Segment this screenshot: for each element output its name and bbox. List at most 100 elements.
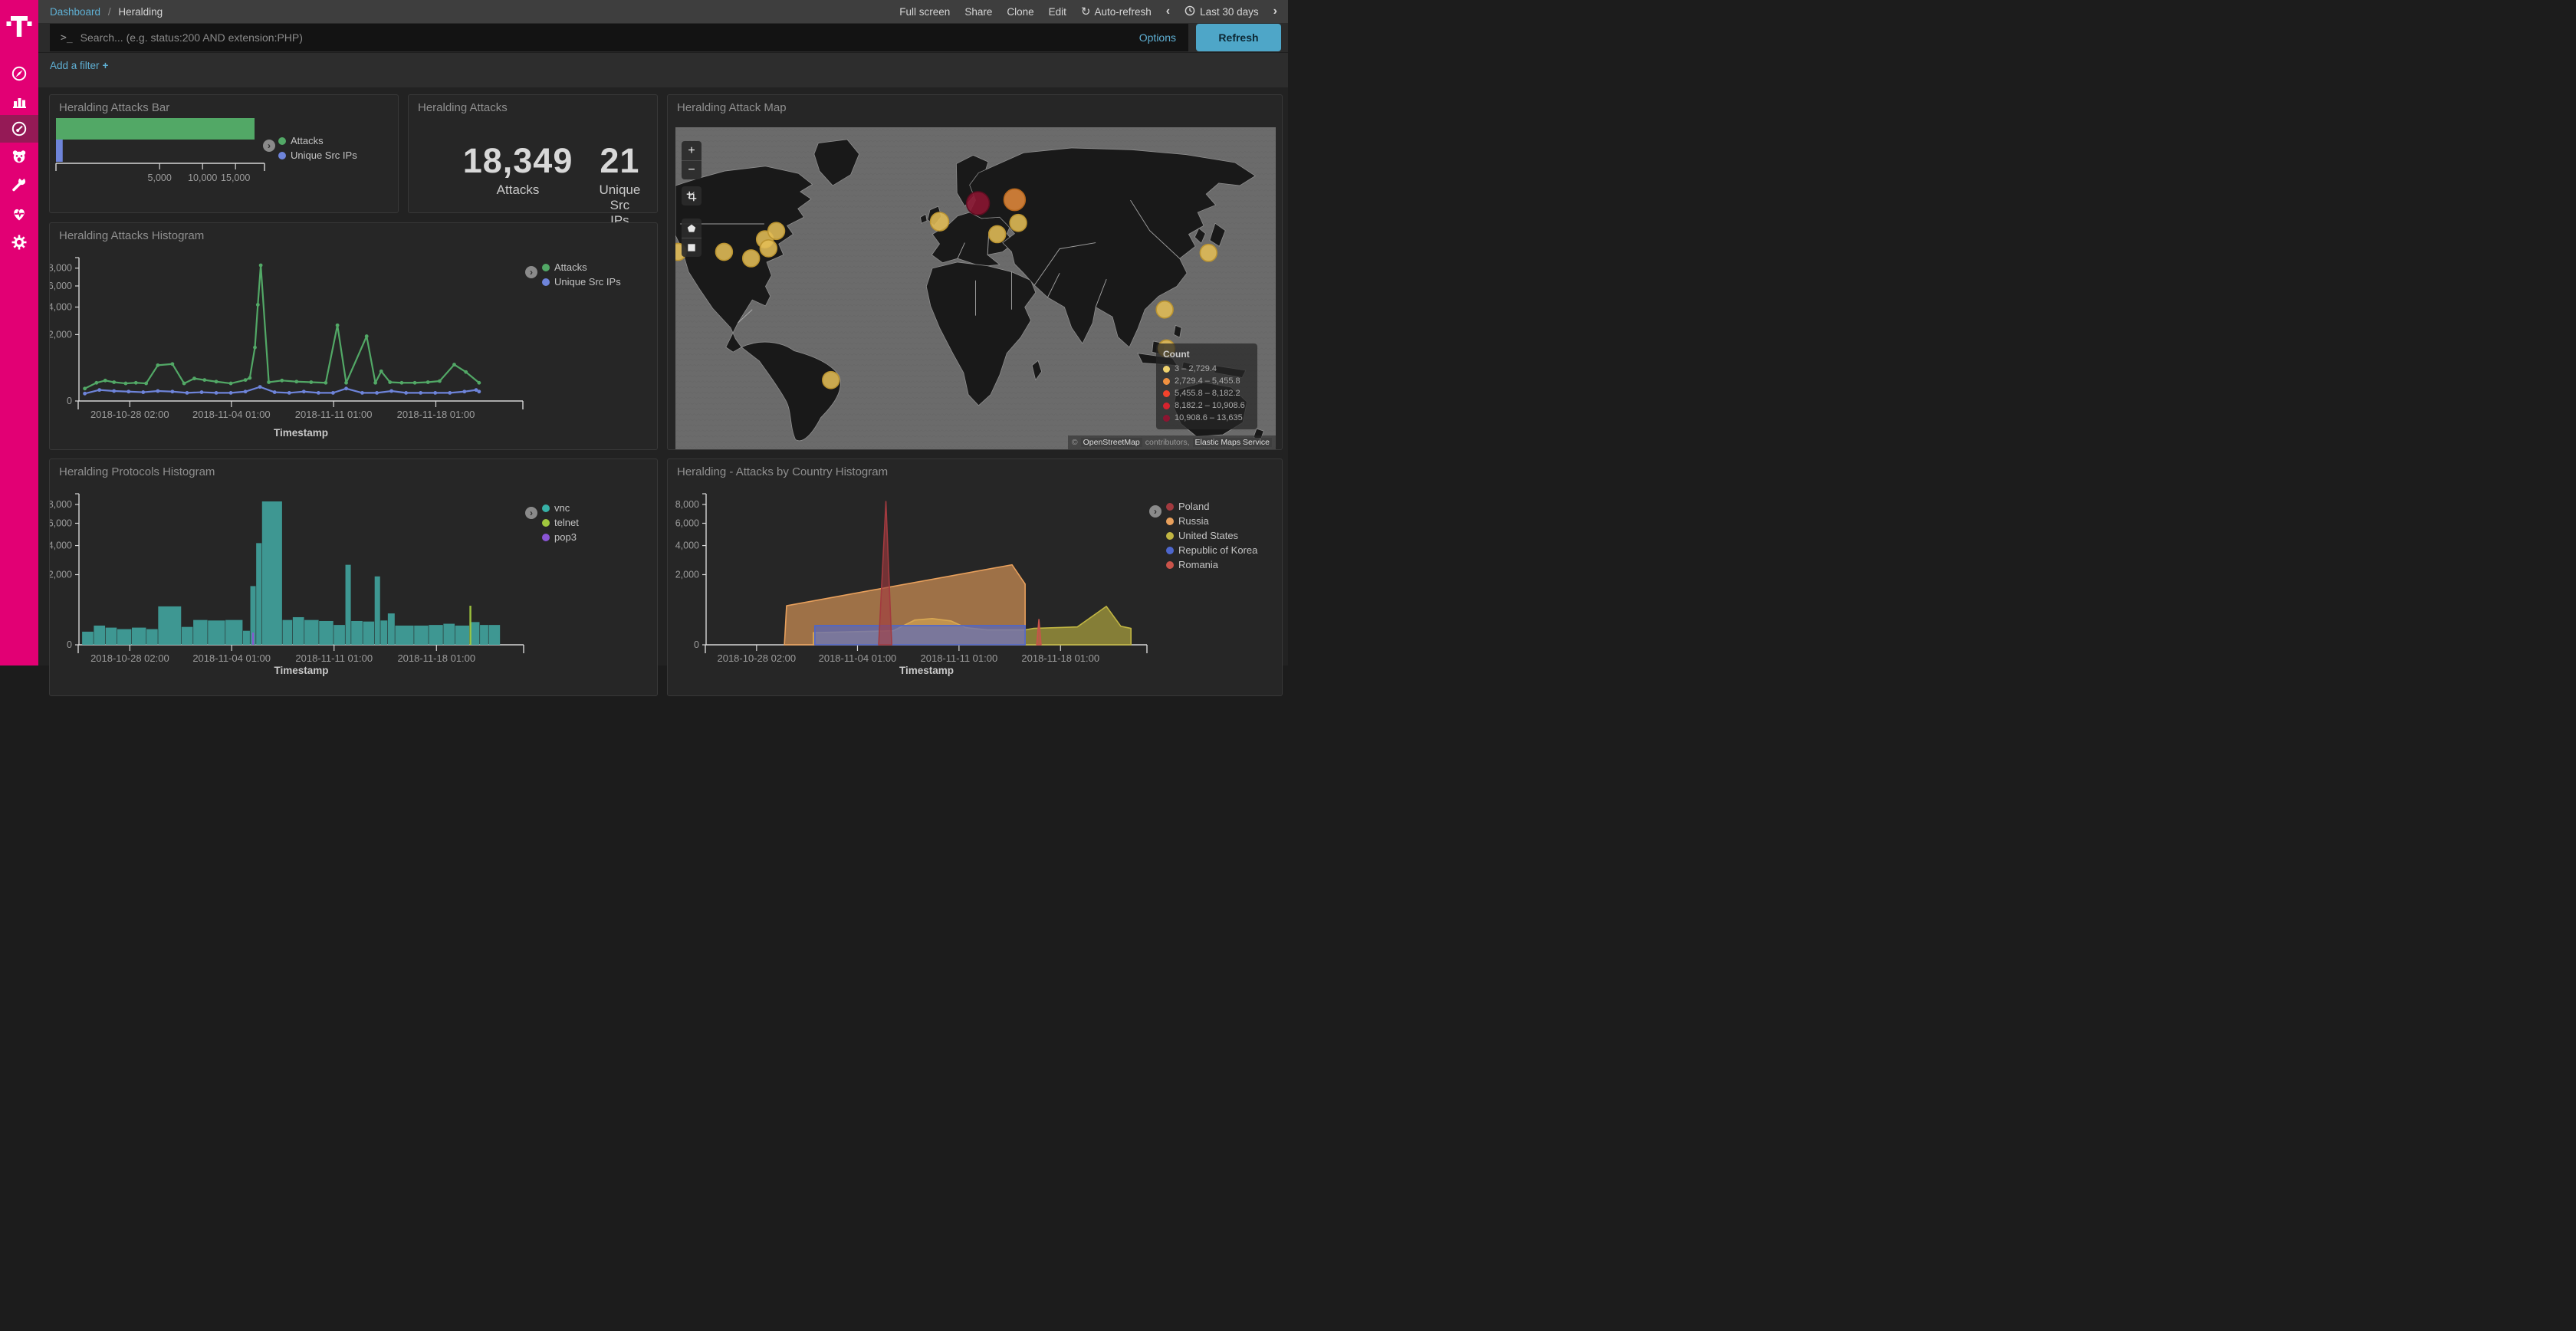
legend-item-pop3[interactable]: pop3: [542, 530, 579, 544]
legend-dot: [1163, 390, 1170, 397]
full-screen-button[interactable]: Full screen: [899, 6, 950, 18]
refresh-button[interactable]: Refresh: [1196, 24, 1281, 51]
rectangle-draw-button[interactable]: [682, 238, 702, 257]
zoom-out-button[interactable]: −: [682, 160, 702, 179]
svg-text:Timestamp: Timestamp: [899, 665, 954, 676]
map-legend-item: 5,455.8 – 8,182.2: [1163, 387, 1250, 399]
metric-label: Unique Src IPs: [599, 182, 640, 228]
crop-tool-button[interactable]: [682, 186, 702, 205]
svg-text:0: 0: [694, 639, 699, 650]
legend-item-russia[interactable]: Russia: [1166, 514, 1257, 528]
svg-text:8,000: 8,000: [675, 499, 699, 510]
filter-bar: Add a filter+: [38, 52, 1288, 87]
add-filter-button[interactable]: Add a filter+: [50, 60, 108, 71]
panel-protocols-histogram: Heralding Protocols Histogram 02,0004,00…: [49, 458, 658, 696]
svg-text:2018-11-18 01:00: 2018-11-18 01:00: [397, 409, 475, 420]
options-link[interactable]: Options: [1139, 31, 1176, 44]
svg-text:6,000: 6,000: [50, 518, 72, 528]
svg-text:2018-11-11 01:00: 2018-11-11 01:00: [921, 652, 998, 664]
breadcrumb: Dashboard / Heralding: [50, 6, 163, 18]
legend-toggle-chevron-icon[interactable]: ›: [263, 140, 275, 152]
svg-text:Timestamp: Timestamp: [274, 427, 328, 439]
gauge-icon: [10, 120, 28, 138]
clone-button[interactable]: Clone: [1007, 6, 1033, 18]
legend-dot: [1163, 366, 1170, 373]
bear-icon: [10, 147, 28, 166]
sidebar-item-devtools[interactable]: [0, 170, 38, 198]
legend-item-attacks[interactable]: Attacks: [278, 133, 357, 148]
map-legend-item: 2,729.4 – 5,455.8: [1163, 375, 1250, 387]
legend-dot: [542, 278, 550, 286]
legend-dot: [542, 534, 550, 541]
main-area: Dashboard / Heralding Full screen Share …: [38, 0, 1288, 666]
svg-text:2018-10-28 02:00: 2018-10-28 02:00: [90, 652, 169, 664]
legend: Poland Russia United States Republic of …: [1166, 499, 1257, 572]
legend-toggle-chevron-icon[interactable]: ›: [1149, 505, 1162, 518]
legend-item-romania[interactable]: Romania: [1166, 557, 1257, 572]
svg-text:4,000: 4,000: [50, 541, 72, 551]
legend-item-attacks[interactable]: Attacks: [542, 260, 621, 274]
svg-text:2,000: 2,000: [675, 569, 699, 580]
plus-icon: +: [103, 60, 109, 71]
legend-item-poland[interactable]: Poland: [1166, 499, 1257, 514]
sidebar-item-discover[interactable]: [0, 60, 38, 87]
time-forward-button[interactable]: ›: [1273, 5, 1277, 18]
world-map[interactable]: + −: [675, 127, 1276, 449]
legend-item-united-states[interactable]: United States: [1166, 528, 1257, 543]
heartbeat-icon: [10, 205, 28, 223]
time-back-button[interactable]: ‹: [1166, 5, 1170, 18]
polygon-draw-button[interactable]: [682, 219, 702, 238]
sidebar-item-monitoring[interactable]: [0, 200, 38, 228]
svg-text:2018-11-04 01:00: 2018-11-04 01:00: [192, 652, 271, 664]
svg-text:2,000: 2,000: [50, 569, 72, 580]
breadcrumb-dashboard-link[interactable]: Dashboard: [50, 6, 100, 18]
search-row: >_ Options Refresh: [38, 23, 1288, 52]
legend-item-unique-src-ips[interactable]: Unique Src IPs: [278, 148, 357, 163]
sidebar-item-dashboard[interactable]: [0, 115, 38, 143]
svg-text:4,000: 4,000: [50, 301, 72, 312]
metric-unique-src-ips: 21 Unique Src IPs: [599, 141, 640, 228]
svg-text:15,000: 15,000: [221, 173, 250, 183]
svg-text:6,000: 6,000: [50, 281, 72, 291]
dashboard-grid: Heralding Attacks Bar 5,00010,00015,000 …: [38, 87, 1288, 666]
panel-attack-map: Heralding Attack Map: [667, 94, 1283, 450]
search-input[interactable]: [80, 31, 1139, 44]
svg-text:0: 0: [67, 639, 72, 650]
legend-toggle-chevron-icon[interactable]: ›: [525, 266, 537, 278]
osm-link[interactable]: OpenStreetMap: [1081, 438, 1142, 447]
map-crop-control: [682, 186, 702, 205]
legend-dot: [1166, 532, 1174, 540]
edit-button[interactable]: Edit: [1049, 6, 1066, 18]
svg-text:0: 0: [67, 396, 72, 406]
legend: Attacks Unique Src IPs: [542, 260, 621, 289]
svg-text:2018-11-04 01:00: 2018-11-04 01:00: [192, 409, 271, 420]
legend-toggle-chevron-icon[interactable]: ›: [525, 507, 537, 519]
legend-item-telnet[interactable]: telnet: [542, 515, 579, 530]
map-legend-item: 3 – 2,729.4: [1163, 363, 1250, 375]
map-legend-item: 8,182.2 – 10,908.6: [1163, 399, 1250, 412]
legend-item-vnc[interactable]: vnc: [542, 501, 579, 515]
breadcrumb-separator: /: [108, 6, 111, 18]
sidebar-item-bear[interactable]: [0, 143, 38, 170]
map-attribution: © OpenStreetMap contributors, Elastic Ma…: [1068, 435, 1276, 449]
svg-text:2,000: 2,000: [50, 329, 72, 340]
ems-link[interactable]: Elastic Maps Service: [1193, 438, 1272, 447]
legend-dot: [542, 264, 550, 271]
legend-item-unique-src-ips[interactable]: Unique Src IPs: [542, 274, 621, 289]
sidebar-item-visualize[interactable]: [0, 87, 38, 115]
metric-attacks: 18,349 Attacks: [463, 141, 573, 198]
kibana-dashboard: Dashboard / Heralding Full screen Share …: [0, 0, 1288, 666]
share-button[interactable]: Share: [964, 6, 992, 18]
legend-item-republic-of-korea[interactable]: Republic of Korea: [1166, 543, 1257, 557]
telekom-logo-icon[interactable]: [0, 6, 38, 46]
refresh-cycle-icon: ↻: [1081, 5, 1091, 18]
legend-dot: [1166, 547, 1174, 554]
zoom-in-button[interactable]: +: [682, 141, 702, 160]
auto-refresh-button[interactable]: ↻ Auto-refresh: [1081, 5, 1152, 18]
sidebar-item-management[interactable]: [0, 228, 38, 256]
legend-dot: [542, 519, 550, 527]
time-range-picker[interactable]: Last 30 days: [1184, 5, 1259, 18]
svg-text:2018-11-04 01:00: 2018-11-04 01:00: [819, 652, 897, 664]
map-draw-controls: [682, 219, 702, 257]
panel-title: Heralding Attacks: [418, 101, 508, 114]
